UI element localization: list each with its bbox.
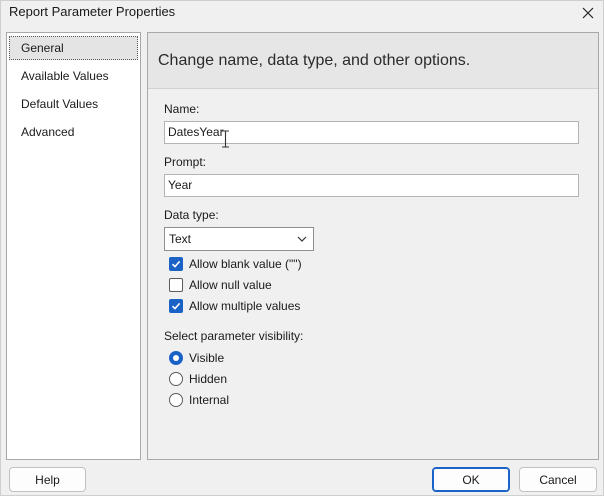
nav-item-available-values[interactable]: Available Values	[9, 64, 138, 88]
close-icon	[582, 7, 594, 19]
allow-multiple-label: Allow multiple values	[189, 299, 301, 313]
window-title: Report Parameter Properties	[9, 4, 176, 19]
prompt-input[interactable]: Year	[164, 174, 579, 197]
prompt-label: Prompt:	[164, 155, 207, 169]
cancel-button[interactable]: Cancel	[519, 467, 597, 492]
internal-radio[interactable]	[169, 393, 183, 407]
checkmark-icon	[171, 302, 181, 310]
page-header-text: Change name, data type, and other option…	[158, 52, 471, 69]
nav-item-default-values[interactable]: Default Values	[9, 92, 138, 116]
nav-item-general[interactable]: General	[9, 36, 138, 60]
visibility-label: Select parameter visibility:	[164, 329, 304, 343]
hidden-radio[interactable]	[169, 372, 183, 386]
visible-label: Visible	[189, 351, 225, 365]
allow-null-checkbox-row[interactable]: Allow null value	[169, 276, 272, 294]
hidden-radio-row[interactable]: Hidden	[169, 370, 227, 388]
allow-blank-checkbox-row[interactable]: Allow blank value ("")	[169, 255, 302, 273]
page-header: Change name, data type, and other option…	[148, 33, 598, 89]
data-type-select[interactable]: Text	[164, 227, 314, 251]
close-button[interactable]	[576, 2, 600, 24]
checkmark-icon	[171, 260, 181, 268]
allow-blank-checkbox[interactable]	[169, 257, 183, 271]
allow-multiple-checkbox[interactable]	[169, 299, 183, 313]
nav-item-advanced[interactable]: Advanced	[9, 120, 138, 144]
allow-null-checkbox[interactable]	[169, 278, 183, 292]
allow-blank-label: Allow blank value ("")	[189, 257, 302, 271]
internal-radio-row[interactable]: Internal	[169, 391, 229, 409]
data-type-label: Data type:	[164, 208, 219, 222]
ok-button[interactable]: OK	[432, 467, 510, 492]
help-button[interactable]: Help	[9, 467, 86, 492]
hidden-label: Hidden	[189, 372, 228, 386]
visible-radio-row[interactable]: Visible	[169, 349, 224, 367]
allow-multiple-checkbox-row[interactable]: Allow multiple values	[169, 297, 300, 315]
allow-null-label: Allow null value	[189, 278, 272, 292]
nav-pane: General Available Values Default Values …	[6, 32, 141, 460]
internal-label: Internal	[189, 393, 230, 407]
chevron-down-icon	[297, 236, 307, 242]
text-cursor-icon	[222, 130, 229, 148]
name-label: Name:	[164, 102, 200, 116]
visible-radio[interactable]	[169, 351, 183, 365]
general-page: Change name, data type, and other option…	[147, 32, 599, 460]
title-bar: Report Parameter Properties	[1, 1, 603, 27]
report-parameter-properties-dialog: Report Parameter Properties General Avai…	[0, 0, 604, 496]
data-type-value: Text	[169, 232, 192, 246]
